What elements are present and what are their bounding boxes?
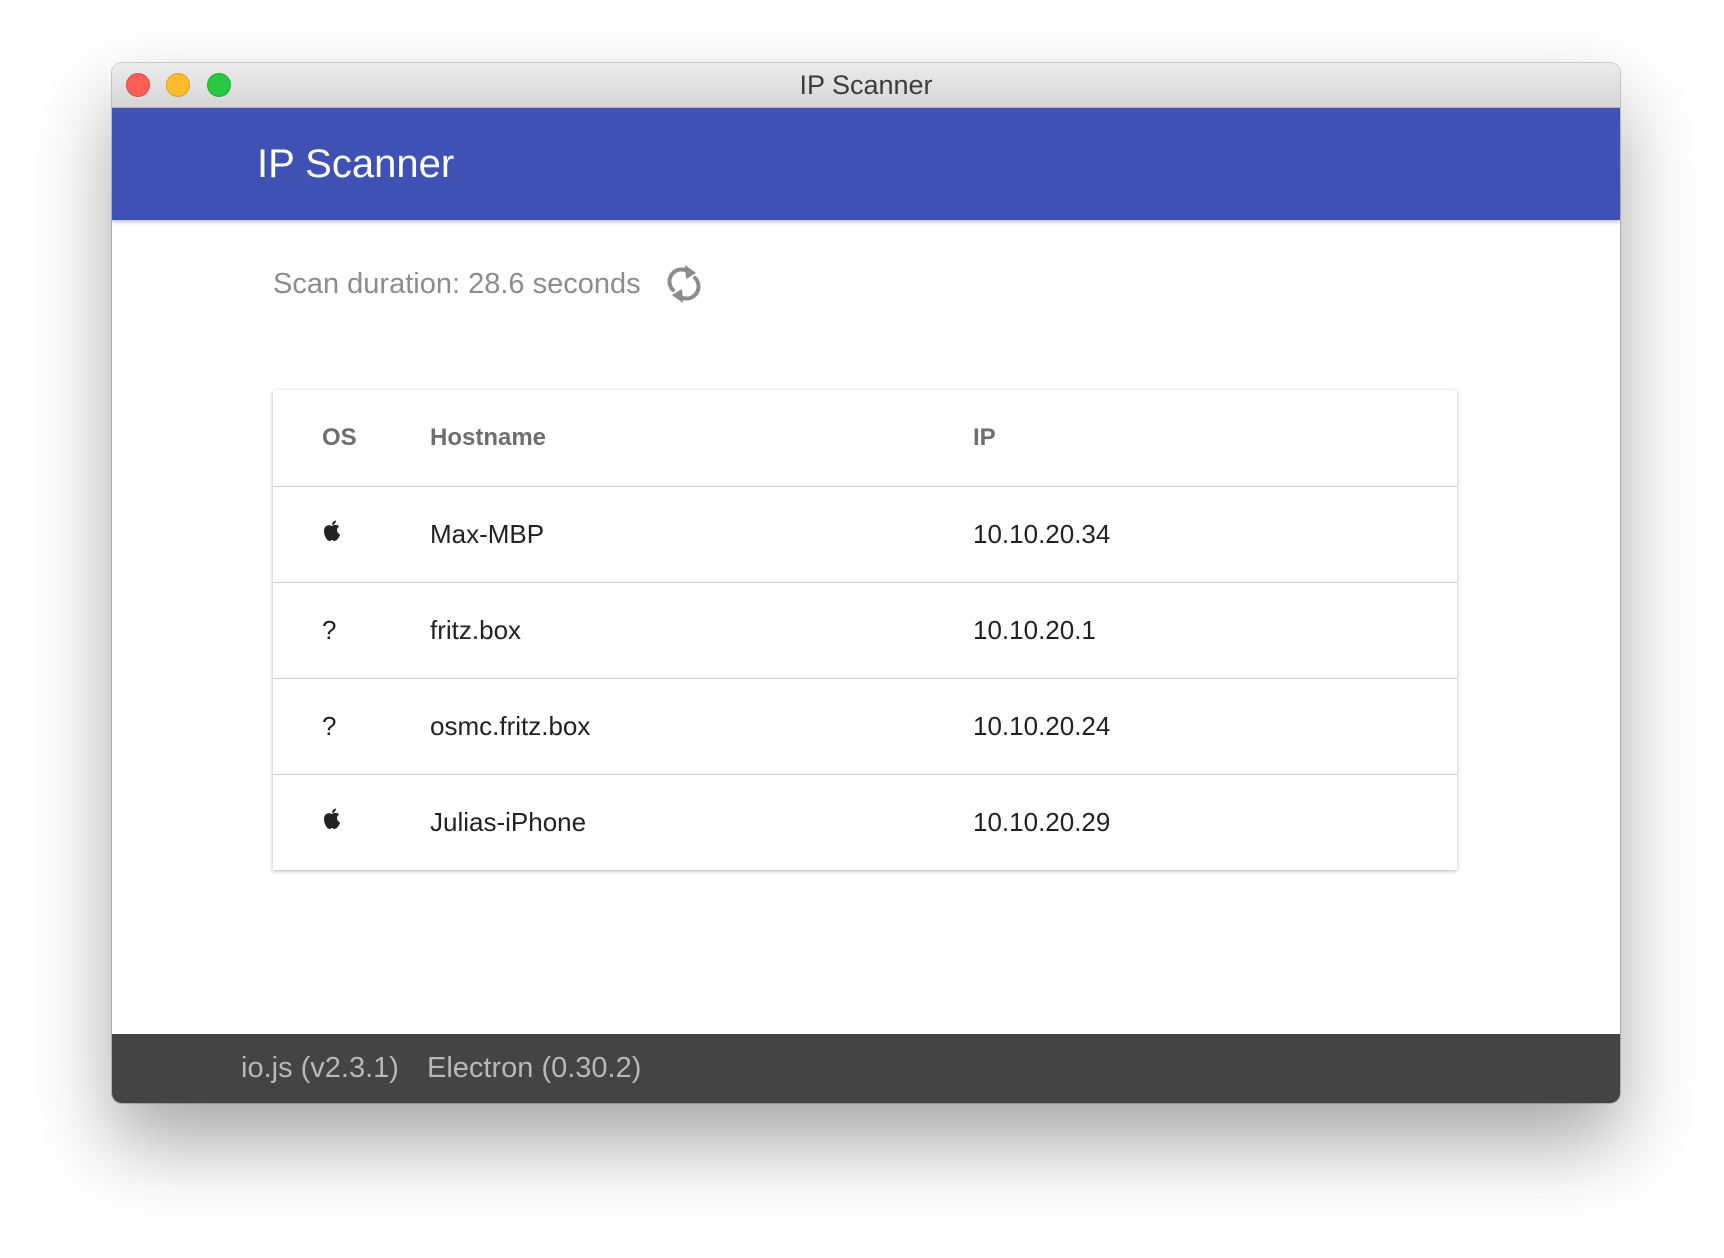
hostname-cell: fritz.box: [430, 615, 522, 645]
refresh-icon[interactable]: [665, 262, 703, 306]
table-row[interactable]: Max-MBP 10.10.20.34: [273, 486, 1457, 582]
app-header: IP Scanner: [112, 108, 1620, 220]
table-header-row: OS Hostname IP: [273, 390, 1457, 486]
column-header-ip[interactable]: IP: [973, 424, 1457, 452]
os-cell: ?: [273, 711, 430, 742]
hostname-cell: Julias-iPhone: [430, 807, 587, 837]
app-window: IP Scanner IP Scanner Scan duration: 28.…: [112, 63, 1620, 1103]
table-row[interactable]: ? fritz.box 10.10.20.1: [273, 582, 1457, 678]
hostname-cell: osmc.fritz.box: [430, 711, 591, 741]
hostname-cell: Max-MBP: [430, 519, 545, 549]
iojs-version: io.js (v2.3.1): [241, 1052, 399, 1084]
table-row[interactable]: ? osmc.fritz.box 10.10.20.24: [273, 678, 1457, 774]
os-cell: ?: [273, 615, 430, 646]
os-cell: [273, 807, 430, 838]
scan-duration-text: Scan duration: 28.6 seconds: [273, 267, 641, 300]
column-header-os[interactable]: OS: [273, 424, 430, 452]
electron-version: Electron (0.30.2): [427, 1052, 642, 1084]
ip-cell: 10.10.20.24: [973, 711, 1111, 741]
table-row[interactable]: Julias-iPhone 10.10.20.29: [273, 774, 1457, 870]
os-cell: [273, 519, 430, 550]
scan-status: Scan duration: 28.6 seconds: [273, 259, 703, 309]
unknown-os-label: ?: [322, 711, 337, 741]
ip-cell: 10.10.20.1: [973, 615, 1096, 645]
page-title: IP Scanner: [257, 142, 455, 186]
window-title: IP Scanner: [799, 70, 933, 100]
column-header-hostname[interactable]: Hostname: [430, 424, 973, 452]
ip-cell: 10.10.20.29: [973, 807, 1111, 837]
apple-icon: [322, 519, 342, 543]
hosts-table: OS Hostname IP Max-MBP 10.10.20.34 ? fri…: [273, 390, 1457, 870]
ip-cell: 10.10.20.34: [973, 519, 1111, 549]
footer: io.js (v2.3.1) Electron (0.30.2): [112, 1034, 1620, 1103]
unknown-os-label: ?: [322, 615, 337, 645]
apple-icon: [322, 807, 342, 831]
window-titlebar[interactable]: IP Scanner: [112, 63, 1620, 108]
